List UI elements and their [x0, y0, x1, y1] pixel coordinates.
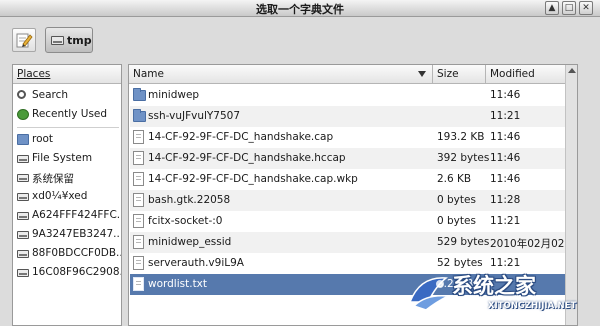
drive-icon — [17, 174, 29, 182]
file-name: minidwep_essid — [148, 236, 232, 248]
drive-icon — [17, 269, 29, 277]
sidebar-item-label: Recently Used — [32, 108, 108, 120]
sidebar-item-label: A624FFF424FFC... — [32, 209, 121, 221]
file-size: 392 bytes — [437, 152, 490, 164]
document-icon — [133, 172, 144, 186]
places-sidebar: Places Search Recently Used root File Sy… — [12, 64, 122, 326]
close-icon: ✕ — [582, 3, 590, 13]
sidebar-item-label: 9A3247EB3247... — [32, 228, 121, 240]
sidebar-item-volume[interactable]: xd0¼¥xed — [15, 187, 121, 206]
sidebar-divider — [17, 127, 119, 128]
places-header[interactable]: Places — [13, 65, 121, 84]
maximize-icon: □ — [564, 3, 574, 13]
drive-icon — [51, 36, 64, 45]
sidebar-item-label: Search — [32, 89, 69, 101]
file-row[interactable]: fcitx-socket-:0 0 bytes 11:21 — [130, 211, 576, 232]
file-row[interactable]: bash.gtk.22058 0 bytes 11:28 — [130, 190, 576, 211]
sidebar-item-label: xd0¼¥xed — [32, 190, 88, 202]
scroll-up-icon[interactable] — [568, 68, 576, 73]
file-name: 14-CF-92-9F-CF-DC_handshake.cap — [148, 131, 334, 143]
title-bar: 选取一个字典文件 ▲ □ ✕ — [0, 0, 600, 17]
file-modified: 11:46 — [490, 173, 521, 185]
pencil-icon — [16, 33, 33, 48]
path-button-tmp[interactable]: tmp — [45, 27, 93, 53]
file-size: 529 bytes — [437, 236, 490, 248]
file-modified: 11:46 — [490, 152, 521, 164]
drive-icon — [17, 212, 29, 220]
file-name: bash.gtk.22058 — [148, 194, 231, 206]
file-size: 0 bytes — [437, 215, 476, 227]
site-watermark: 系统之家 XITONGZHIJIA.NET — [400, 268, 600, 326]
arrow-up-icon: ▲ — [548, 3, 556, 13]
file-name: ssh-vuJFvulY7507 — [148, 110, 241, 122]
maximize-button[interactable]: □ — [562, 1, 576, 15]
type-location-button[interactable] — [12, 28, 36, 52]
drive-icon — [17, 231, 29, 239]
column-header-modified[interactable]: Modified — [486, 65, 567, 84]
folder-icon — [17, 134, 29, 145]
sidebar-item-volume[interactable]: 16C08F96C2908... — [15, 263, 121, 282]
window-title: 选取一个字典文件 — [256, 3, 344, 16]
file-row[interactable]: 14-CF-92-9F-CF-DC_handshake.cap 193.2 KB… — [130, 127, 576, 148]
file-name: wordlist.txt — [148, 278, 208, 290]
file-row[interactable]: 14-CF-92-9F-CF-DC_handshake.cap.wkp 2.6 … — [130, 169, 576, 190]
file-name: serverauth.v9iL9A — [148, 257, 244, 269]
file-modified: 2010年02月02日 — [490, 238, 575, 250]
sidebar-item-label: File System — [32, 152, 93, 164]
drive-icon — [17, 155, 29, 163]
file-size: 0 bytes — [437, 194, 476, 206]
file-name: fcitx-socket-:0 — [148, 215, 223, 227]
file-size: 2.6 KB — [437, 173, 472, 185]
document-icon — [133, 151, 144, 165]
sidebar-item-label: 88F0BDCCF0DB... — [32, 247, 121, 259]
sort-descending-icon — [418, 71, 426, 77]
file-modified: 11:21 — [490, 110, 521, 122]
document-icon — [133, 130, 144, 144]
file-name: 14-CF-92-9F-CF-DC_handshake.cap.wkp — [148, 173, 358, 185]
file-modified: 11:28 — [490, 194, 521, 206]
sidebar-item-label: 16C08F96C2908... — [32, 266, 121, 278]
file-size: 193.2 KB — [437, 131, 485, 143]
close-button[interactable]: ✕ — [579, 1, 593, 15]
file-row[interactable]: 14-CF-92-9F-CF-DC_handshake.hccap 392 by… — [130, 148, 576, 169]
sidebar-item-label: root — [32, 133, 54, 145]
column-header-name[interactable]: Name — [129, 65, 433, 84]
file-row[interactable]: ssh-vuJFvulY7507 11:21 — [130, 106, 576, 127]
watermark-logo-icon — [408, 277, 451, 311]
file-name: 14-CF-92-9F-CF-DC_handshake.hccap — [148, 152, 346, 164]
folder-icon — [133, 88, 146, 101]
document-icon — [133, 214, 144, 228]
file-name: minidwep — [148, 89, 200, 101]
path-button-label: tmp — [67, 34, 92, 47]
sidebar-item-root[interactable]: root — [15, 130, 121, 149]
sidebar-item-search[interactable]: Search — [15, 86, 121, 105]
file-row[interactable]: minidwep 11:46 — [130, 85, 576, 106]
document-icon — [133, 256, 144, 270]
document-icon — [133, 193, 144, 207]
sidebar-item-file-system[interactable]: File System — [15, 149, 121, 168]
sidebar-item-volume[interactable]: A624FFF424FFC... — [15, 206, 121, 225]
sidebar-item-label: 系统保留 — [32, 173, 74, 185]
file-modified: 11:21 — [490, 215, 521, 227]
file-row[interactable]: minidwep_essid 529 bytes 2010年02月02日 — [130, 232, 576, 253]
document-icon — [133, 277, 144, 291]
document-icon — [133, 235, 144, 249]
folder-icon — [133, 109, 146, 122]
file-modified: 11:46 — [490, 131, 521, 143]
file-modified: 11:46 — [490, 89, 521, 101]
recent-icon — [17, 109, 29, 120]
watermark-site-name: 系统之家 — [452, 274, 536, 298]
watermark-site-url: XITONGZHIJIA.NET — [488, 301, 577, 311]
column-header-size[interactable]: Size — [433, 65, 486, 84]
drive-icon — [17, 250, 29, 258]
sidebar-item-recently-used[interactable]: Recently Used — [15, 105, 121, 124]
sidebar-item-system-reserved[interactable]: 系统保留 — [15, 168, 121, 187]
window-up-button[interactable]: ▲ — [545, 1, 559, 15]
sidebar-item-volume[interactable]: 9A3247EB3247... — [15, 225, 121, 244]
drive-icon — [17, 193, 29, 201]
search-icon — [17, 90, 26, 99]
sidebar-item-volume[interactable]: 88F0BDCCF0DB... — [15, 244, 121, 263]
